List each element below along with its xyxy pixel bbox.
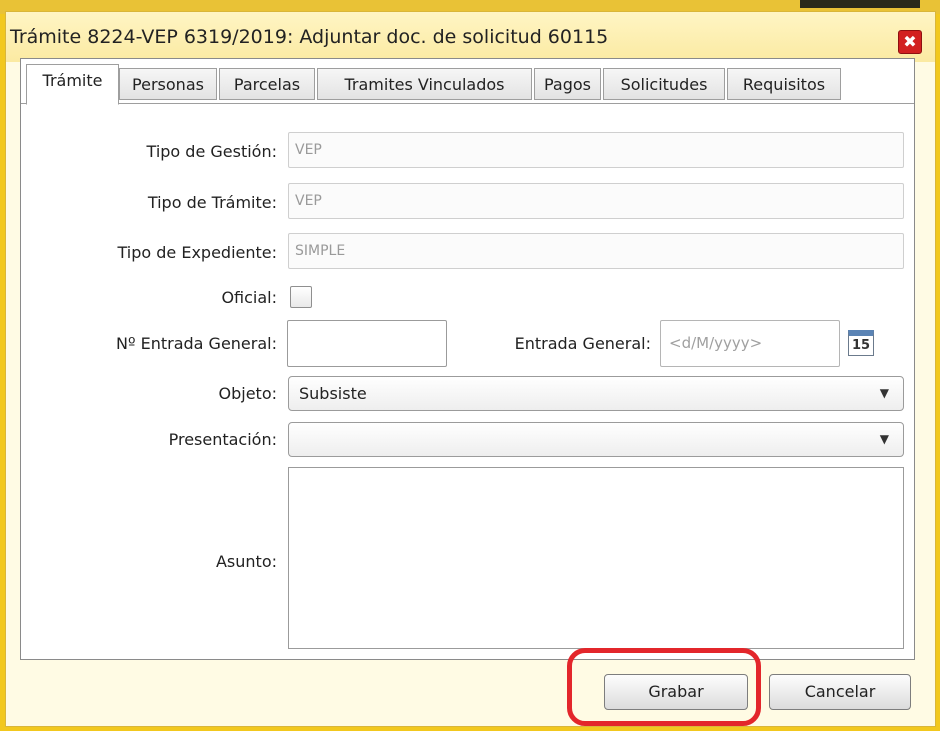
nro-entrada-input[interactable] — [287, 320, 447, 367]
tipo-expediente-field: SIMPLE — [288, 233, 904, 269]
objeto-label: Objeto: — [218, 384, 278, 403]
tipo-tramite-label: Tipo de Trámite: — [147, 193, 277, 212]
close-icon[interactable]: ✖ — [898, 30, 922, 54]
oficial-label: Oficial: — [221, 288, 277, 307]
objeto-selected-value: Subsiste — [299, 384, 367, 403]
tipo-gestion-field: VEP — [288, 132, 904, 168]
objeto-select[interactable]: Subsiste ▼ — [288, 376, 904, 411]
tipo-expediente-label: Tipo de Expediente: — [117, 243, 277, 262]
tab-personas[interactable]: Personas — [119, 68, 217, 100]
asunto-label: Asunto: — [215, 552, 277, 571]
entrada-general-date-input[interactable]: <d/M/yyyy> — [660, 320, 840, 367]
tab-pagos[interactable]: Pagos — [534, 68, 601, 100]
tipo-gestion-label: Tipo de Gestión: — [146, 142, 277, 161]
background-decoration — [800, 0, 920, 8]
calendar-icon[interactable]: 15 — [848, 330, 874, 356]
tab-requisitos[interactable]: Requisitos — [727, 68, 841, 100]
tab-solicitudes[interactable]: Solicitudes — [603, 68, 725, 100]
entrada-general-label: Entrada General: — [514, 334, 651, 353]
tipo-tramite-field: VEP — [288, 183, 904, 219]
presentacion-label: Presentación: — [168, 430, 277, 449]
oficial-checkbox[interactable] — [290, 286, 312, 308]
chevron-down-icon: ▼ — [879, 386, 889, 400]
asunto-textarea[interactable] — [288, 467, 904, 649]
title-bar: Trámite 8224-VEP 6319/2019: Adjuntar doc… — [6, 12, 935, 62]
tab-content-tramite: Tipo de Gestión: VEP Tipo de Trámite: VE… — [21, 103, 914, 659]
tab-tramites-vinculados[interactable]: Tramites Vinculados — [317, 68, 532, 100]
presentacion-select[interactable]: ▼ — [288, 422, 904, 457]
tab-parcelas[interactable]: Parcelas — [219, 68, 315, 100]
chevron-down-icon: ▼ — [879, 432, 889, 446]
window-title: Trámite 8224-VEP 6319/2019: Adjuntar doc… — [10, 26, 609, 48]
tab-panel: Trámite Personas Parcelas Tramites Vincu… — [20, 58, 915, 660]
cancelar-button[interactable]: Cancelar — [769, 674, 911, 710]
nro-entrada-label: Nº Entrada General: — [116, 334, 277, 353]
tab-tramite[interactable]: Trámite — [26, 64, 119, 105]
save-button-highlight-annotation — [567, 648, 761, 726]
dialog-footer: Grabar Cancelar — [20, 660, 913, 710]
